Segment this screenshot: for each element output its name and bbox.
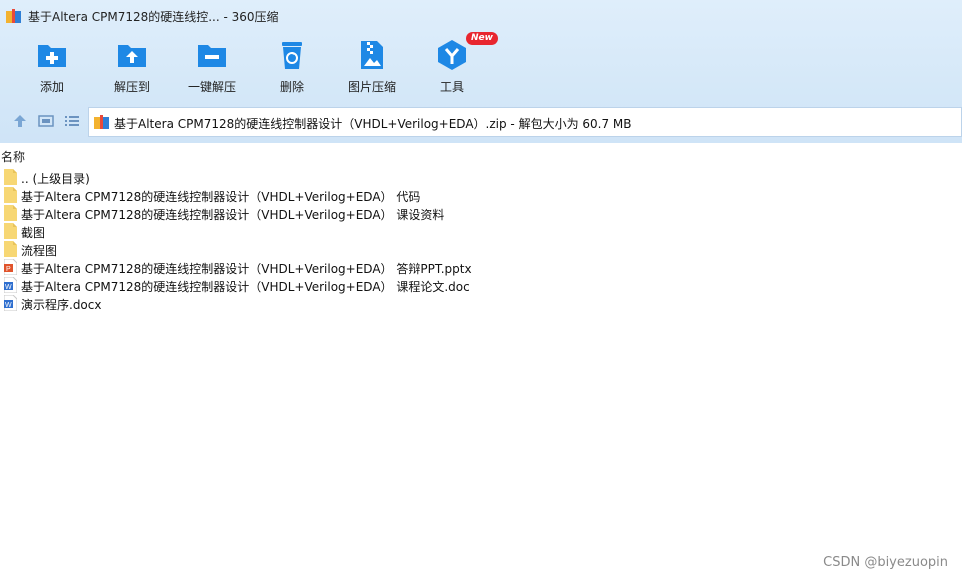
app-window: 基于Altera CPM7128的硬连线控... - 360压缩 添加 解压到 xyxy=(0,0,962,580)
add-label: 添加 xyxy=(39,80,64,94)
extract-to-button[interactable]: 解压到 xyxy=(92,36,172,98)
tools-button[interactable]: New 工具 xyxy=(412,32,498,98)
list-item[interactable]: P 基于Altera CPM7128的硬连线控制器设计（VHDL+Verilog… xyxy=(0,258,962,276)
list-item[interactable]: 流程图 xyxy=(0,240,962,258)
extract-to-label: 解压到 xyxy=(113,80,150,94)
file-name: 演示程序.docx xyxy=(21,298,102,312)
list-item[interactable]: 截图 xyxy=(0,222,962,240)
svg-text:W: W xyxy=(5,284,12,291)
image-compress-button[interactable]: 图片压缩 xyxy=(332,36,412,98)
list-item[interactable]: 基于Altera CPM7128的硬连线控制器设计（VHDL+Verilog+E… xyxy=(0,186,962,204)
add-button[interactable]: 添加 xyxy=(12,36,92,98)
archive-app-icon xyxy=(6,9,21,23)
one-click-extract-label: 一键解压 xyxy=(187,80,236,94)
file-name: 基于Altera CPM7128的硬连线控制器设计（VHDL+Verilog+E… xyxy=(21,208,445,222)
file-name: 流程图 xyxy=(21,244,58,258)
watermark-text: CSDN @biyezuopin xyxy=(823,555,948,570)
window-title: 基于Altera CPM7128的硬连线控... - 360压缩 xyxy=(28,10,279,24)
add-folder-icon xyxy=(38,45,66,67)
title-bar: 基于Altera CPM7128的硬连线控... - 360压缩 xyxy=(0,0,962,32)
docx-file-icon: W xyxy=(4,295,17,311)
image-compress-label: 图片压缩 xyxy=(347,80,396,94)
file-name: 基于Altera CPM7128的硬连线控制器设计（VHDL+Verilog+E… xyxy=(21,262,472,276)
folder-icon xyxy=(4,187,17,203)
svg-text:W: W xyxy=(5,302,12,309)
list-item[interactable]: 基于Altera CPM7128的硬连线控制器设计（VHDL+Verilog+E… xyxy=(0,204,962,222)
window-chrome: 基于Altera CPM7128的硬连线控... - 360压缩 添加 解压到 xyxy=(0,0,962,143)
doc-file-icon: W xyxy=(4,277,17,293)
folder-icon xyxy=(4,223,17,239)
file-name: .. (上级目录) xyxy=(21,172,90,186)
one-click-extract-button[interactable]: 一键解压 xyxy=(172,36,252,98)
pptx-file-icon: P xyxy=(4,259,17,275)
list-item[interactable]: W 基于Altera CPM7128的硬连线控制器设计（VHDL+Verilog… xyxy=(0,276,962,294)
zip-file-icon xyxy=(94,115,109,129)
new-badge: New xyxy=(466,32,498,45)
tools-label: 工具 xyxy=(439,80,464,94)
extract-folder-icon xyxy=(118,45,146,67)
up-arrow-icon[interactable] xyxy=(12,113,28,129)
tools-icon xyxy=(438,40,466,70)
navigation-bar: 基于Altera CPM7128的硬连线控制器设计（VHDL+Verilog+E… xyxy=(0,104,962,138)
archive-path: 基于Altera CPM7128的硬连线控制器设计（VHDL+Verilog+E… xyxy=(114,117,632,131)
svg-text:P: P xyxy=(6,266,11,273)
column-header-name[interactable]: 名称 xyxy=(1,148,25,165)
address-bar[interactable]: 基于Altera CPM7128的硬连线控制器设计（VHDL+Verilog+E… xyxy=(88,107,962,137)
file-name: 基于Altera CPM7128的硬连线控制器设计（VHDL+Verilog+E… xyxy=(21,190,421,204)
folder-icon xyxy=(4,205,17,221)
file-name: 基于Altera CPM7128的硬连线控制器设计（VHDL+Verilog+E… xyxy=(21,280,470,294)
folder-icon xyxy=(4,241,17,257)
image-compress-icon xyxy=(361,41,383,69)
list-item[interactable]: W 演示程序.docx xyxy=(0,294,962,312)
toolbar: 添加 解压到 一键解压 删除 图片压缩 New 工具 xyxy=(0,32,962,100)
list-item-parent-dir[interactable]: .. (上级目录) xyxy=(0,168,962,186)
file-list: .. (上级目录) 基于Altera CPM7128的硬连线控制器设计（VHDL… xyxy=(0,168,962,312)
one-click-extract-icon xyxy=(198,45,226,67)
list-view-icon[interactable] xyxy=(64,113,80,129)
thumbnail-view-icon[interactable] xyxy=(38,113,54,129)
delete-label: 删除 xyxy=(279,80,304,94)
recycle-bin-icon xyxy=(282,42,302,69)
file-name: 截图 xyxy=(21,226,46,240)
delete-button[interactable]: 删除 xyxy=(252,36,332,98)
folder-icon xyxy=(4,169,17,185)
